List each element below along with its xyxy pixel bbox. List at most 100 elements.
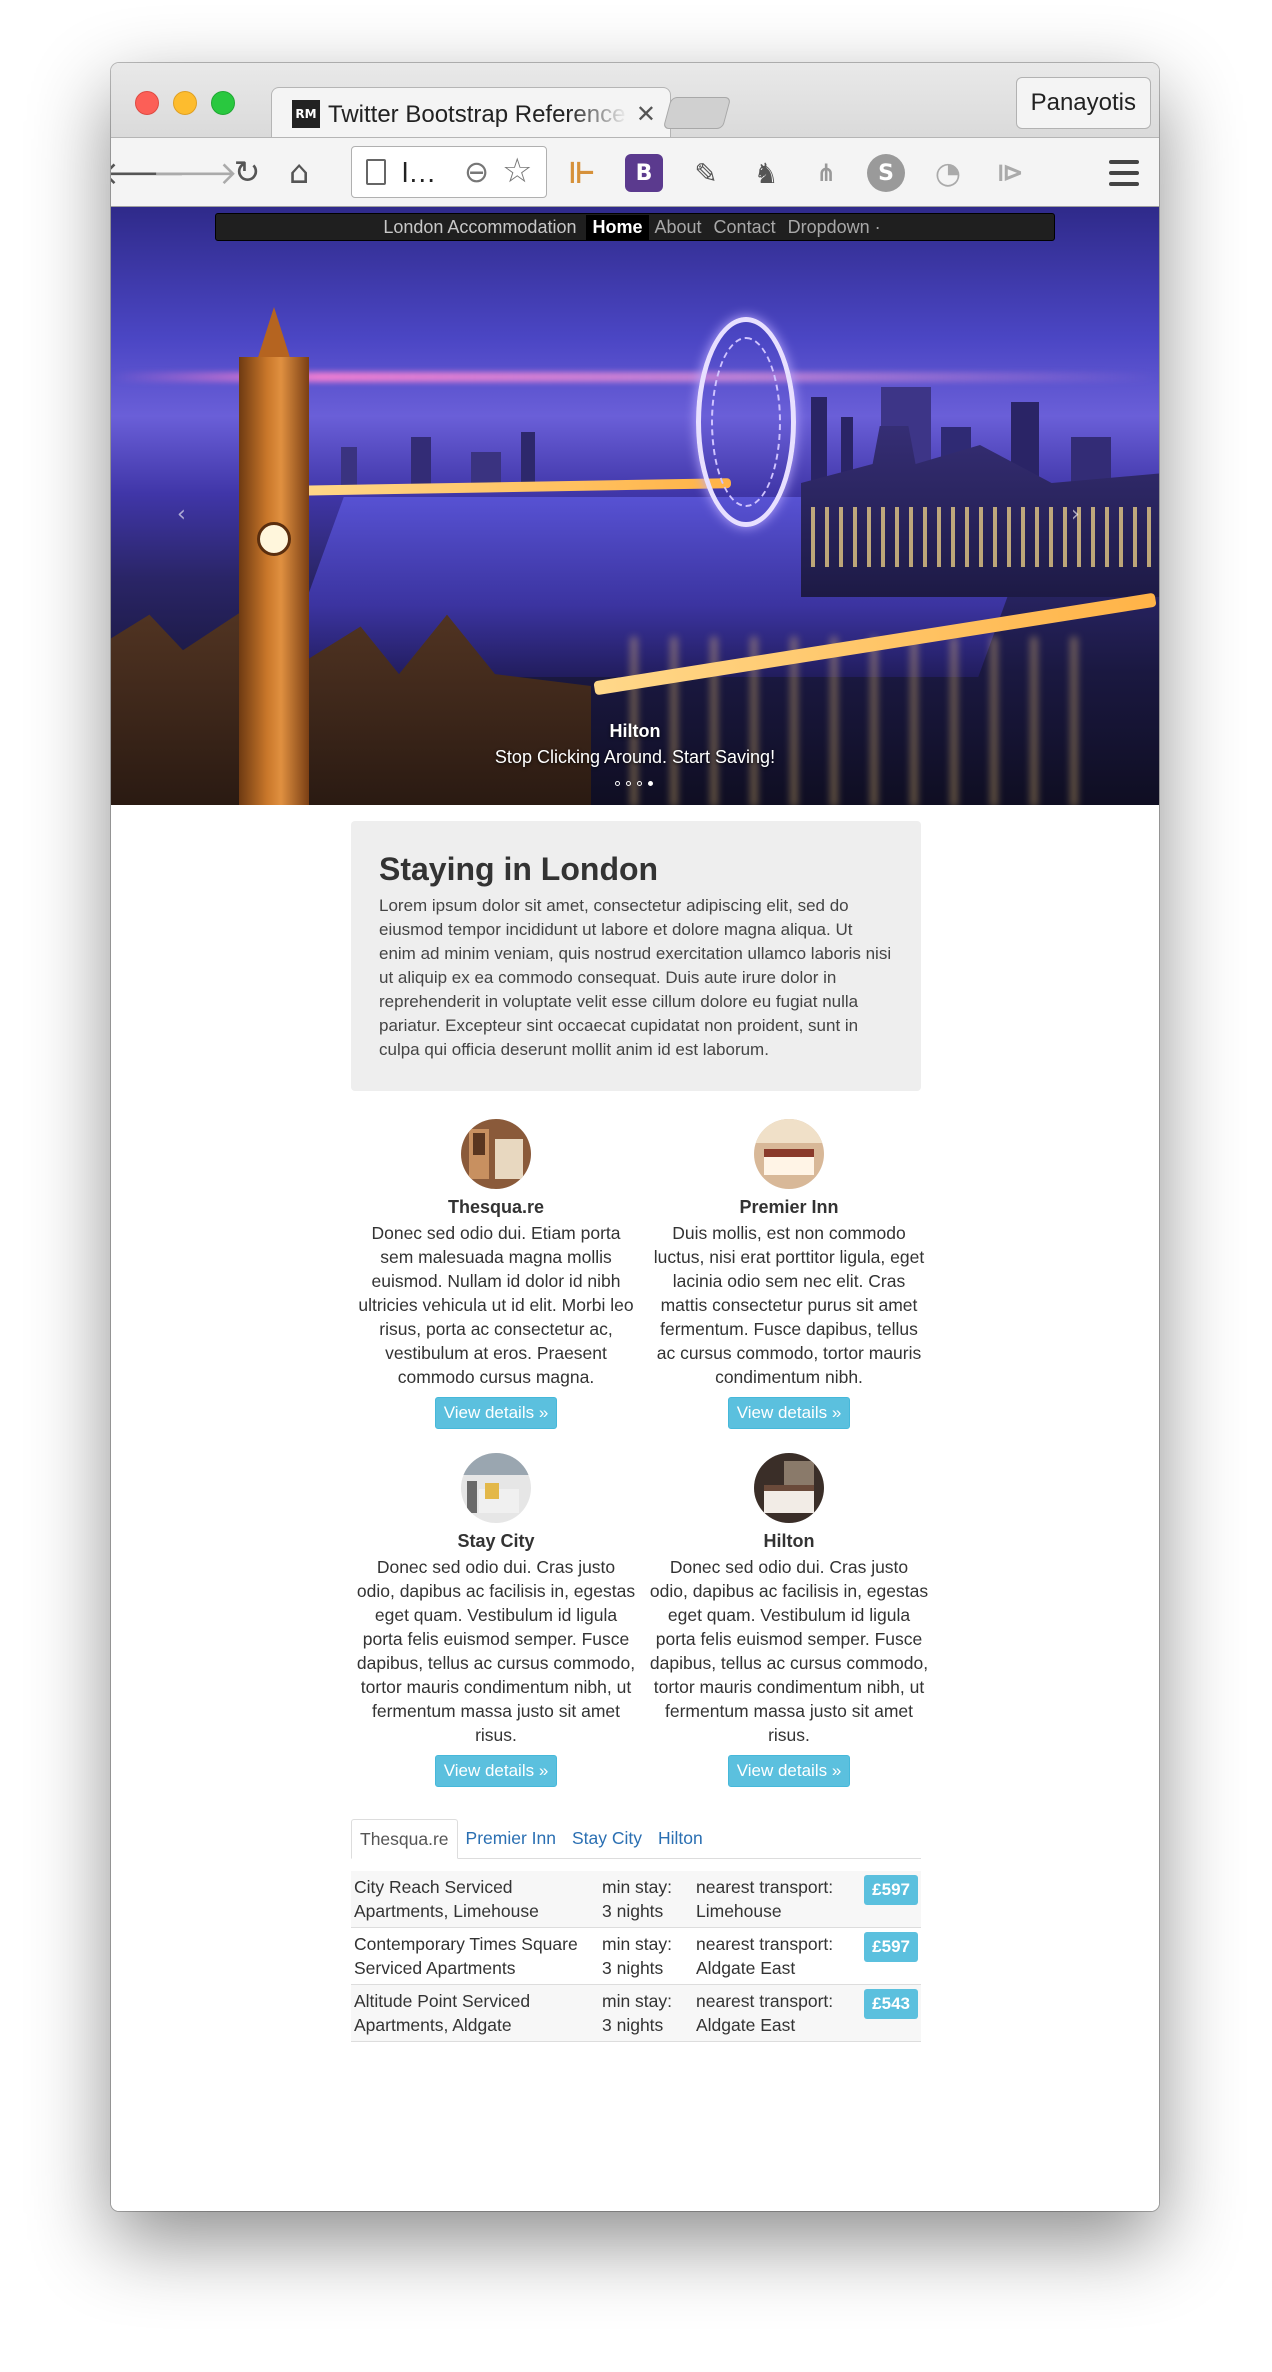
transport-label: nearest transport:	[696, 1934, 834, 1954]
hotel-card: Thesqua.re Donec sed odio dui. Etiam por…	[356, 1119, 636, 1429]
london-eye-spokes	[711, 337, 781, 507]
tab-stay-city[interactable]: Stay City	[564, 1819, 650, 1859]
hotel-photo-stay-city	[461, 1453, 531, 1523]
carousel-indicator-active[interactable]	[648, 781, 653, 786]
arrow-pair-icon[interactable]: ⧐	[991, 154, 1029, 192]
window-maximize-icon[interactable]	[211, 91, 235, 115]
listing-name: Altitude Point Serviced Apartments, Aldg…	[354, 1991, 531, 2035]
min-stay-label: min stay:	[602, 1934, 673, 1954]
table-row[interactable]: City Reach Serviced Apartments, Limehous…	[351, 1871, 921, 1928]
page-viewport: London Accommodation Home About Contact …	[111, 207, 1159, 2211]
transport-value: Aldgate East	[696, 2015, 796, 2035]
reload-icon[interactable]: ↻	[229, 153, 265, 191]
hotel-description: Donec sed odio dui. Cras justo odio, dap…	[356, 1557, 636, 1745]
carousel-next-icon[interactable]: ›	[1071, 502, 1080, 527]
view-details-button[interactable]: View details »	[727, 1755, 851, 1787]
favicon-icon: RM	[292, 100, 320, 128]
evernote-icon[interactable]: ♞	[747, 154, 785, 192]
price-badge[interactable]: £597	[864, 1875, 918, 1905]
hotel-name: Stay City	[457, 1531, 535, 1551]
min-stay-value: 3 nights	[602, 1958, 664, 1978]
hotel-photo-hilton	[754, 1453, 824, 1523]
hotel-card: Hilton Donec sed odio dui. Cras justo od…	[649, 1453, 929, 1787]
window-close-icon[interactable]	[135, 91, 159, 115]
carousel-indicators	[615, 781, 653, 786]
tab-title: Twitter Bootstrap Reference	[328, 101, 626, 128]
new-tab-button[interactable]	[662, 97, 732, 129]
tab-premier-inn[interactable]: Premier Inn	[458, 1819, 564, 1859]
skype-icon[interactable]: S	[867, 154, 905, 192]
spinner-icon[interactable]: ◔	[929, 154, 967, 192]
view-details-button[interactable]: View details »	[434, 1755, 558, 1787]
listing-name: City Reach Serviced Apartments, Limehous…	[354, 1877, 539, 1921]
min-stay-value: 3 nights	[602, 2015, 664, 2035]
carousel-caption-text: Stop Clicking Around. Start Saving!	[494, 747, 776, 767]
forward-arrow-icon[interactable]: 🡒	[152, 154, 238, 192]
browser-tab-bar: RM Twitter Bootstrap Reference ✕ Panayot…	[111, 63, 1159, 139]
window-minimize-icon[interactable]	[173, 91, 197, 115]
transport-cell: nearest transport: Aldgate East	[693, 1928, 853, 1985]
bootstrap-icon[interactable]: B	[625, 154, 663, 192]
carousel-indicator[interactable]	[615, 781, 620, 786]
price-cell: £543	[853, 1985, 921, 2042]
building-lights	[811, 507, 1151, 567]
hero-carousel: London Accommodation Home About Contact …	[111, 207, 1159, 805]
page-icon	[366, 159, 386, 185]
min-stay-label: min stay:	[602, 1877, 673, 1897]
view-details-button[interactable]: View details »	[727, 1397, 851, 1429]
carousel-indicator[interactable]	[637, 781, 642, 786]
profile-button[interactable]: Panayotis	[1015, 77, 1151, 129]
listings-table: City Reach Serviced Apartments, Limehous…	[351, 1871, 921, 2042]
nav-dropdown-label: Dropdown	[787, 216, 870, 237]
carousel-caption-title: Hilton	[609, 721, 661, 741]
menu-icon[interactable]	[1109, 160, 1139, 186]
browser-toolbar: 🡐 🡒 ↻ ⌂ l… ⊖ ☆ ⊩ B ✎ ♞ ⋔ S ◔ ⧐	[111, 137, 1159, 207]
bookmark-star-icon[interactable]: ☆	[502, 151, 532, 191]
address-text: l…	[402, 157, 437, 188]
min-stay-value: 3 nights	[602, 1901, 664, 1921]
jumbotron: Staying in London Lorem ipsum dolor sit …	[351, 821, 921, 1091]
jumbotron-text: Lorem ipsum dolor sit amet, consectetur …	[379, 896, 892, 1059]
min-stay-cell: min stay: 3 nights	[599, 1928, 693, 1985]
navbar: London Accommodation Home About Contact …	[215, 213, 1055, 241]
page-title: Staying in London	[379, 851, 659, 887]
transport-label: nearest transport:	[696, 1877, 834, 1897]
hotel-name: Hilton	[763, 1531, 815, 1551]
min-stay-cell: min stay: 3 nights	[599, 1871, 693, 1928]
eyedropper-icon[interactable]: ✎	[687, 154, 725, 192]
zoom-icon[interactable]: ⊖	[464, 155, 489, 190]
navbar-brand[interactable]: London Accommodation	[383, 217, 576, 238]
nav-about[interactable]: About	[649, 215, 708, 240]
home-icon[interactable]: ⌂	[281, 153, 317, 191]
carousel-prev-icon[interactable]: ‹	[177, 502, 186, 527]
price-badge[interactable]: £543	[864, 1989, 918, 2019]
caret-icon: ·	[874, 216, 881, 237]
hotel-description: Donec sed odio dui. Cras justo odio, dap…	[649, 1557, 929, 1745]
tab-close-icon[interactable]: ✕	[636, 100, 656, 129]
hotel-tabs: Thesqua.re Premier Inn Stay City Hilton	[351, 1819, 921, 1859]
transport-label: nearest transport:	[696, 1991, 834, 2011]
nav-dropdown[interactable]: Dropdown ·	[782, 215, 887, 240]
address-bar[interactable]: l… ⊖ ☆	[351, 146, 547, 198]
transport-cell: nearest transport: Limehouse	[693, 1871, 853, 1928]
transport-cell: nearest transport: Aldgate East	[693, 1985, 853, 2042]
sitemap-icon[interactable]: ⋔	[807, 154, 845, 192]
hotel-name: Thesqua.re	[447, 1197, 545, 1217]
tab-thesquare[interactable]: Thesqua.re	[351, 1819, 458, 1859]
table-row[interactable]: Contemporary Times Square Serviced Apart…	[351, 1927, 921, 1985]
tab-hilton[interactable]: Hilton	[650, 1819, 711, 1859]
clock-icon	[257, 522, 291, 556]
nav-contact[interactable]: Contact	[708, 215, 782, 240]
hotel-description: Donec sed odio dui. Etiam porta sem male…	[358, 1223, 634, 1387]
hotel-description: Duis mollis, est non commodo luctus, nis…	[653, 1223, 925, 1387]
table-row[interactable]: Altitude Point Serviced Apartments, Aldg…	[351, 1984, 921, 2042]
view-details-button[interactable]: View details »	[434, 1397, 558, 1429]
nav-home[interactable]: Home	[586, 214, 649, 240]
price-badge[interactable]: £597	[864, 1932, 918, 1962]
min-stay-cell: min stay: 3 nights	[599, 1985, 693, 2042]
hotel-photo-premier-inn	[754, 1119, 824, 1189]
browser-tab[interactable]: RM Twitter Bootstrap Reference ✕	[271, 87, 671, 139]
listing-name: Contemporary Times Square Serviced Apart…	[354, 1934, 578, 1978]
carousel-indicator[interactable]	[626, 781, 631, 786]
ruler-icon[interactable]: ⊩	[563, 154, 601, 192]
